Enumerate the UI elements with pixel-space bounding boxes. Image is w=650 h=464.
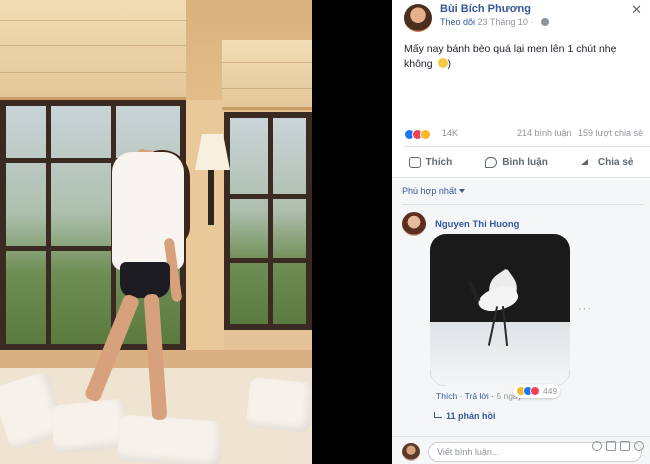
close-icon[interactable]: ✕ — [631, 2, 642, 18]
follow-link[interactable]: Theo dõi — [440, 17, 475, 27]
like-button[interactable]: Thích — [408, 156, 453, 168]
thumbs-up-icon — [408, 156, 421, 168]
pillow — [116, 414, 224, 464]
snow-ground — [430, 322, 570, 386]
emoji-icon[interactable] — [592, 441, 602, 451]
globe-icon — [541, 18, 549, 26]
divider — [402, 204, 644, 205]
caret-down-icon — [459, 189, 466, 193]
reaction-icons[interactable] — [404, 128, 431, 140]
share-button[interactable]: Chia sẻ — [580, 156, 634, 168]
viewer-background — [312, 0, 392, 464]
crane-body — [475, 281, 521, 317]
commenter-name[interactable]: Nguyen Thi Huong — [435, 219, 519, 230]
comment-label: Bình luận — [502, 156, 548, 168]
share-label: Chia sẻ — [597, 156, 634, 168]
author-name[interactable]: Bùi Bích Phương — [440, 3, 531, 15]
post-text: Mấy nay bánh bèo quá lại men lên 1 chút … — [404, 42, 640, 72]
comment-like-link[interactable]: Thích — [436, 391, 457, 401]
author-avatar[interactable] — [404, 4, 432, 32]
comment-image[interactable] — [430, 234, 570, 386]
smile-emoji-icon — [437, 58, 448, 68]
comment-sort-dropdown[interactable]: Phù hợp nhất — [402, 186, 466, 196]
divider — [404, 146, 650, 147]
lamp-arm — [208, 170, 214, 225]
more-options-icon[interactable]: ··· — [578, 303, 592, 315]
comment-icon — [485, 156, 498, 168]
post-panel: Bùi Bích Phương Theo dõi · 23 Tháng 10 ·… — [392, 0, 650, 464]
comment-count[interactable]: 214 bình luận — [517, 128, 572, 138]
view-replies-link[interactable]: 11 phản hồi — [434, 411, 496, 421]
post-text-end: ) — [447, 58, 452, 70]
comment-button[interactable]: Bình luận — [485, 156, 548, 168]
share-count[interactable]: 159 lượt chia sẻ — [578, 128, 643, 138]
sort-label: Phù hợp nhất — [402, 186, 457, 196]
gif-icon[interactable] — [620, 441, 630, 451]
love-reaction-icon — [530, 386, 540, 396]
comment-reactions[interactable]: 449 — [513, 384, 561, 398]
composer-icons — [592, 441, 644, 451]
comment-actions: Thích · Trả lời · 5 ngày — [436, 391, 522, 401]
camera-icon[interactable] — [606, 441, 616, 451]
divider — [392, 177, 650, 178]
post-time[interactable]: · 23 Tháng 10 · — [472, 17, 533, 27]
comment-reply-link[interactable]: Trả lời — [465, 391, 489, 401]
replies-label: 11 phản hồi — [446, 411, 496, 421]
window-blind — [0, 0, 186, 100]
like-label: Thích — [425, 156, 453, 168]
reaction-count[interactable]: 14K — [442, 128, 458, 138]
commenter-avatar[interactable] — [402, 212, 426, 236]
sticker-icon[interactable] — [634, 441, 644, 451]
reply-arrow-icon — [434, 412, 442, 418]
post-text-body: Mấy nay bánh bèo quá lại men lên 1 chút … — [404, 43, 617, 70]
person-shorts — [120, 262, 170, 298]
share-icon — [580, 157, 593, 167]
haha-reaction-icon — [420, 128, 431, 140]
comment-reaction-count: 449 — [543, 386, 558, 396]
post-actions: Thích Bình luận Chia sẻ — [392, 150, 650, 174]
crane-neck — [467, 280, 481, 302]
window — [224, 112, 312, 330]
post-photo[interactable] — [0, 0, 312, 464]
comment-composer: Viết bình luận... — [392, 436, 650, 464]
pillow — [245, 376, 312, 434]
my-avatar — [402, 443, 420, 461]
window-blind — [222, 40, 312, 110]
